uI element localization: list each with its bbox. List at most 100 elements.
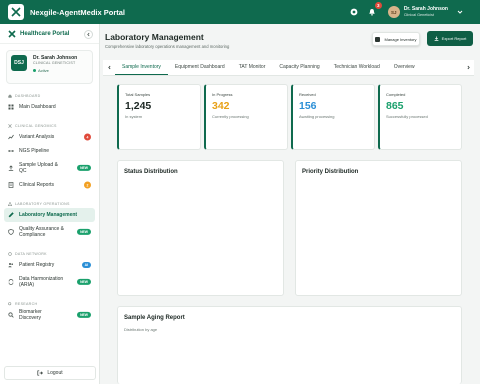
sidebar-item-label: Sample Upload & QC [19,161,58,174]
ai-badge: AI [81,262,91,268]
stat-value: 342 [212,100,230,112]
panel-subtitle: Distribution by age [124,327,158,332]
stat-value: 156 [299,100,317,112]
stat-desc: Currently processing [212,114,249,119]
flask-icon [8,202,12,206]
dna-icon [8,124,12,128]
status-text: Active [38,67,49,73]
document-icon [8,182,14,188]
sidebar-item-label: Laboratory Management [19,212,78,218]
tab-overview[interactable]: Overview [387,59,422,75]
tabs-scroll-left-button[interactable] [103,59,115,75]
profile-avatar: DSJ [11,55,27,71]
sidebar-item-data-harmonization[interactable]: Data Harmonization (ARIA) NEW [0,272,99,292]
page-title: Laboratory Management [105,32,204,42]
sidebar-item-label: Variant Analysis [19,134,55,140]
tab-capacity-planning[interactable]: Capacity Planning [272,59,326,75]
user-role: Clinical Geneticist [403,12,434,17]
new-badge: NEW [77,278,91,286]
user-menu[interactable]: Dr. Sarah Johnson Clinical Geneticist [404,7,448,17]
stat-label: In Progress [212,92,233,97]
panel-title: Priority Distribution [302,169,359,175]
stat-card-in-progress: In Progress 342 Currently processing [204,84,288,150]
chevron-left-icon [107,65,110,69]
page-subtitle: Comprehensive laboratory operations mana… [105,44,230,49]
tabs-scroll-right-button[interactable] [462,59,474,75]
sidebar-item-laboratory-management[interactable]: Laboratory Management [4,208,95,222]
tab-technician-workload[interactable]: Technician Workload [327,59,387,75]
panel-title: Status Distribution [124,169,178,175]
main-content: Laboratory Management Comprehensive labo… [100,24,480,384]
sidebar-item-ngs-pipeline[interactable]: NGS Pipeline [0,144,99,158]
sidebar-item-sample-upload[interactable]: Sample Upload & QC NEW [0,158,99,178]
status-distribution-panel: Status Distribution [117,160,284,296]
user-avatar[interactable]: SJ [387,6,400,18]
sidebar-item-biomarker-discovery[interactable]: Biomarker Discovery NEW [0,308,99,322]
logout-label: Logout [47,370,63,376]
sidebar-item-label: Data Harmonization (ARIA) [19,275,64,288]
stat-desc: In system [125,114,143,119]
panel-title: Sample Aging Report [124,315,185,321]
theme-toggle-icon[interactable] [348,6,360,18]
users-icon [8,262,14,268]
sidebar-item-main-dashboard[interactable]: Main Dashboard [0,100,99,114]
inventory-icon [375,36,381,42]
section-clinical-genomics: CLINICAL GENOMICS [0,122,99,130]
stat-card-total-samples: Total Samples 1,245 In system [117,84,201,150]
count-badge: 4 [84,133,91,141]
notification-bell-icon[interactable]: 3 [366,2,382,18]
sidebar-item-label: Main Dashboard [19,104,56,110]
sidebar-item-label: Clinical Reports [19,182,55,188]
export-report-button[interactable]: Export Report [427,31,473,46]
portal-logo-icon [8,29,16,38]
sidebar: Healthcare Portal DSJ Dr. Sarah Johnson … [0,24,100,384]
stat-label: Completed [386,92,406,97]
sidebar-item-label: NGS Pipeline [19,148,50,154]
sidebar-item-label: Quality Assurance & Compliance [19,225,65,238]
section-dashboard: DASHBOARD [0,92,99,100]
tab-bar: Sample Inventory Equipment Dashboard TAT… [103,60,474,76]
profile-card: DSJ Dr. Sarah Johnson CLINICAL GENETICIS… [6,50,93,84]
tab-tat-monitor[interactable]: TAT Monitor [232,59,273,75]
stat-label: Total Samples [125,92,151,97]
status-dot [33,68,36,72]
stat-value: 1,245 [125,100,152,112]
collapse-sidebar-button[interactable] [84,30,93,39]
stat-desc: Awaiting processing [299,114,335,119]
search-icon [8,312,14,318]
logout-button[interactable]: Logout [4,366,96,380]
priority-distribution-panel: Priority Distribution [295,160,462,296]
home-icon [8,94,12,98]
sidebar-item-variant-analysis[interactable]: Variant Analysis 4 [0,130,99,144]
new-badge: NEW [77,164,91,172]
logout-icon [37,370,44,376]
profile-status: Active [33,68,77,73]
sidebar-item-clinical-reports[interactable]: Clinical Reports 2 [0,178,99,192]
stat-card-received: Received 156 Awaiting processing [291,84,375,150]
section-research: RESEARCH [0,300,99,308]
section-laboratory-operations: LABORATORY OPERATIONS [0,200,99,208]
sidebar-title: Healthcare Portal [20,30,70,37]
tab-sample-inventory[interactable]: Sample Inventory [115,59,168,75]
test-tube-icon [8,212,14,218]
app-logo[interactable] [8,4,24,20]
manage-inventory-button[interactable]: Manage Inventory [372,32,420,46]
sync-icon [8,279,14,285]
sidebar-item-quality-assurance[interactable]: Quality Assurance & Compliance NEW [0,222,99,242]
sidebar-item-label: Biomarker Discovery [19,308,42,321]
new-badge: NEW [77,228,91,236]
shield-icon [8,229,14,235]
new-badge: NEW [77,311,91,319]
top-bar: Nexgile-AgentMedix Portal 3 SJ Dr. Sarah… [0,0,480,24]
network-icon [8,252,12,256]
sidebar-item-label: Patient Registry [19,262,55,268]
chevron-left-icon [87,32,90,37]
profile-role: CLINICAL GENETICIST [33,61,76,66]
upload-icon [8,165,14,171]
section-data-network: DATA NETWORK [0,250,99,258]
chevron-down-icon[interactable] [454,6,466,18]
research-icon [8,302,12,306]
tab-equipment-dashboard[interactable]: Equipment Dashboard [168,59,232,75]
analysis-icon [8,134,14,140]
sidebar-item-patient-registry[interactable]: Patient Registry AI [0,258,99,272]
